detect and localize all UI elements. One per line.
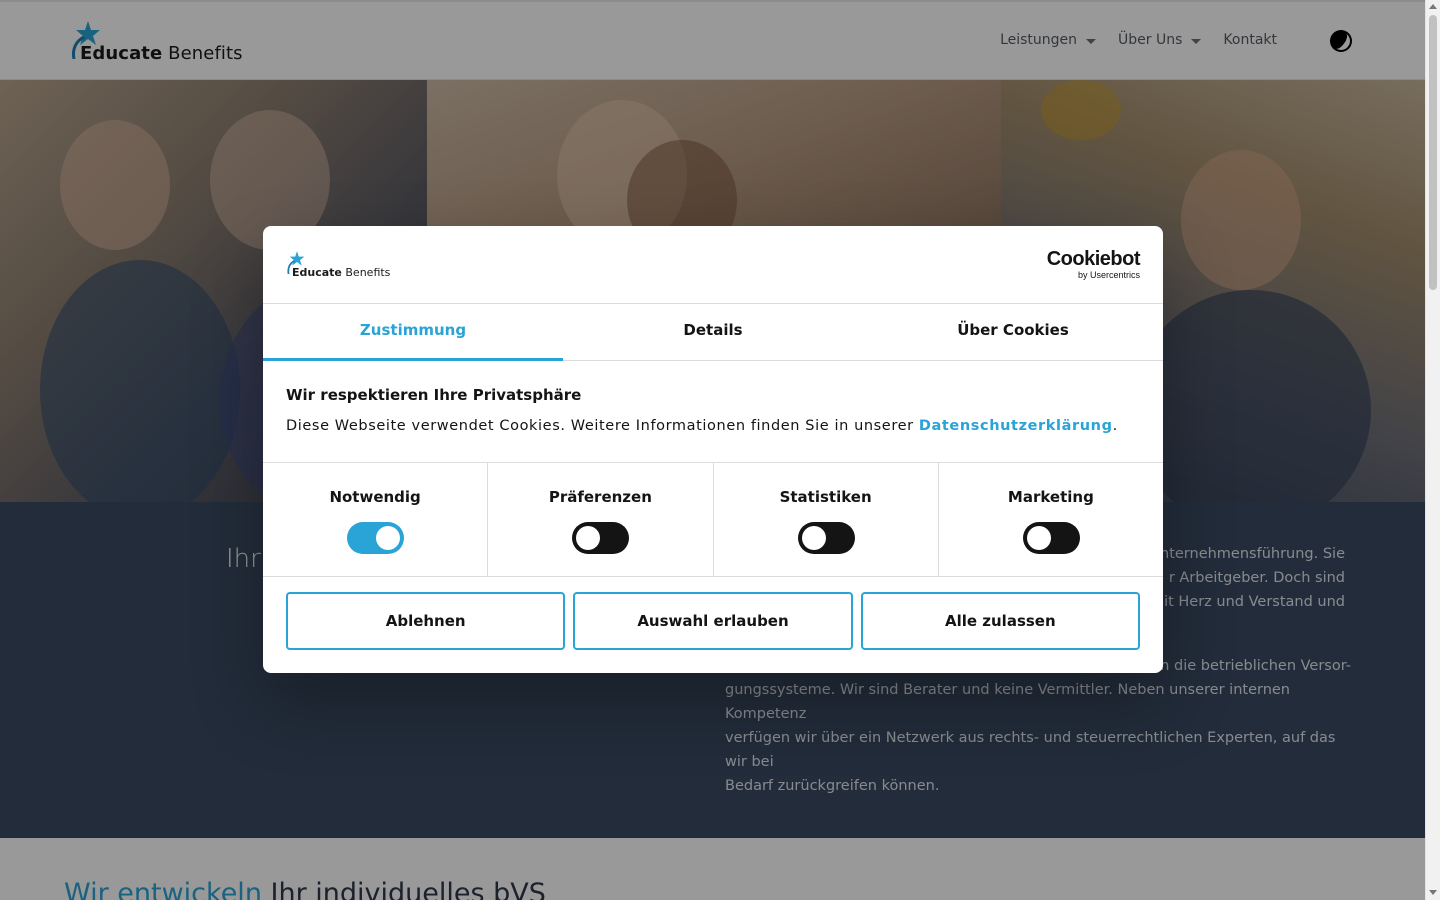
cookiebot-logo[interactable]: Cookiebot by Usercentrics (1046, 248, 1141, 280)
dialog-brand-logo: Educate Benefits (286, 250, 406, 282)
category-statistics: Statistiken (714, 463, 939, 576)
category-label: Statistiken (779, 488, 872, 506)
dialog-title: Wir respektieren Ihre Privatsphäre (286, 386, 582, 404)
cookie-consent-dialog: Educate Benefits Cookiebot by Usercentri… (263, 226, 1163, 673)
scroll-down-icon[interactable] (1429, 890, 1437, 895)
allow-selection-button[interactable]: Auswahl erlauben (573, 592, 853, 650)
allow-all-button[interactable]: Alle zulassen (860, 592, 1140, 650)
privacy-policy-link[interactable]: Datenschutzerklärung (919, 418, 1113, 434)
page-scrollbar[interactable] (1425, 0, 1440, 900)
dialog-description: Diese Webseite verwendet Cookies. Weiter… (286, 418, 1118, 434)
toggle-marketing[interactable] (1022, 522, 1080, 554)
toggle-knob (1026, 526, 1051, 550)
toggle-necessary[interactable] (347, 522, 405, 554)
category-marketing: Marketing (939, 463, 1163, 576)
dialog-buttons: Ablehnen Auswahl erlauben Alle zulassen (286, 592, 1140, 650)
cookiebot-sub: by Usercentrics (1077, 270, 1140, 280)
toggle-preferences[interactable] (572, 522, 630, 554)
scroll-up-icon[interactable] (1429, 4, 1437, 9)
category-label: Notwendig (329, 488, 421, 506)
toggle-statistics[interactable] (797, 522, 855, 554)
category-label: Marketing (1007, 488, 1094, 506)
dialog-header: Educate Benefits Cookiebot by Usercentri… (263, 226, 1163, 304)
cookiebot-name: Cookiebot (1046, 248, 1141, 270)
deny-button[interactable]: Ablehnen (286, 592, 566, 650)
category-preferences: Präferenzen (488, 463, 714, 576)
tab-zustimmung[interactable]: Zustimmung (263, 304, 563, 361)
scroll-thumb[interactable] (1429, 15, 1437, 290)
dialog-tabs: Zustimmung Details Über Cookies (263, 304, 1163, 361)
toggle-knob (576, 526, 601, 550)
tab-ueber-cookies[interactable]: Über Cookies (863, 304, 1163, 360)
category-label: Präferenzen (548, 488, 652, 506)
toggle-knob (801, 526, 826, 550)
consent-categories: Notwendig Präferenzen Statistiken Market… (263, 462, 1163, 577)
logo-text: Educate Benefits (292, 266, 391, 279)
tab-details[interactable]: Details (563, 304, 863, 360)
toggle-knob (376, 526, 401, 550)
category-necessary: Notwendig (263, 463, 489, 576)
